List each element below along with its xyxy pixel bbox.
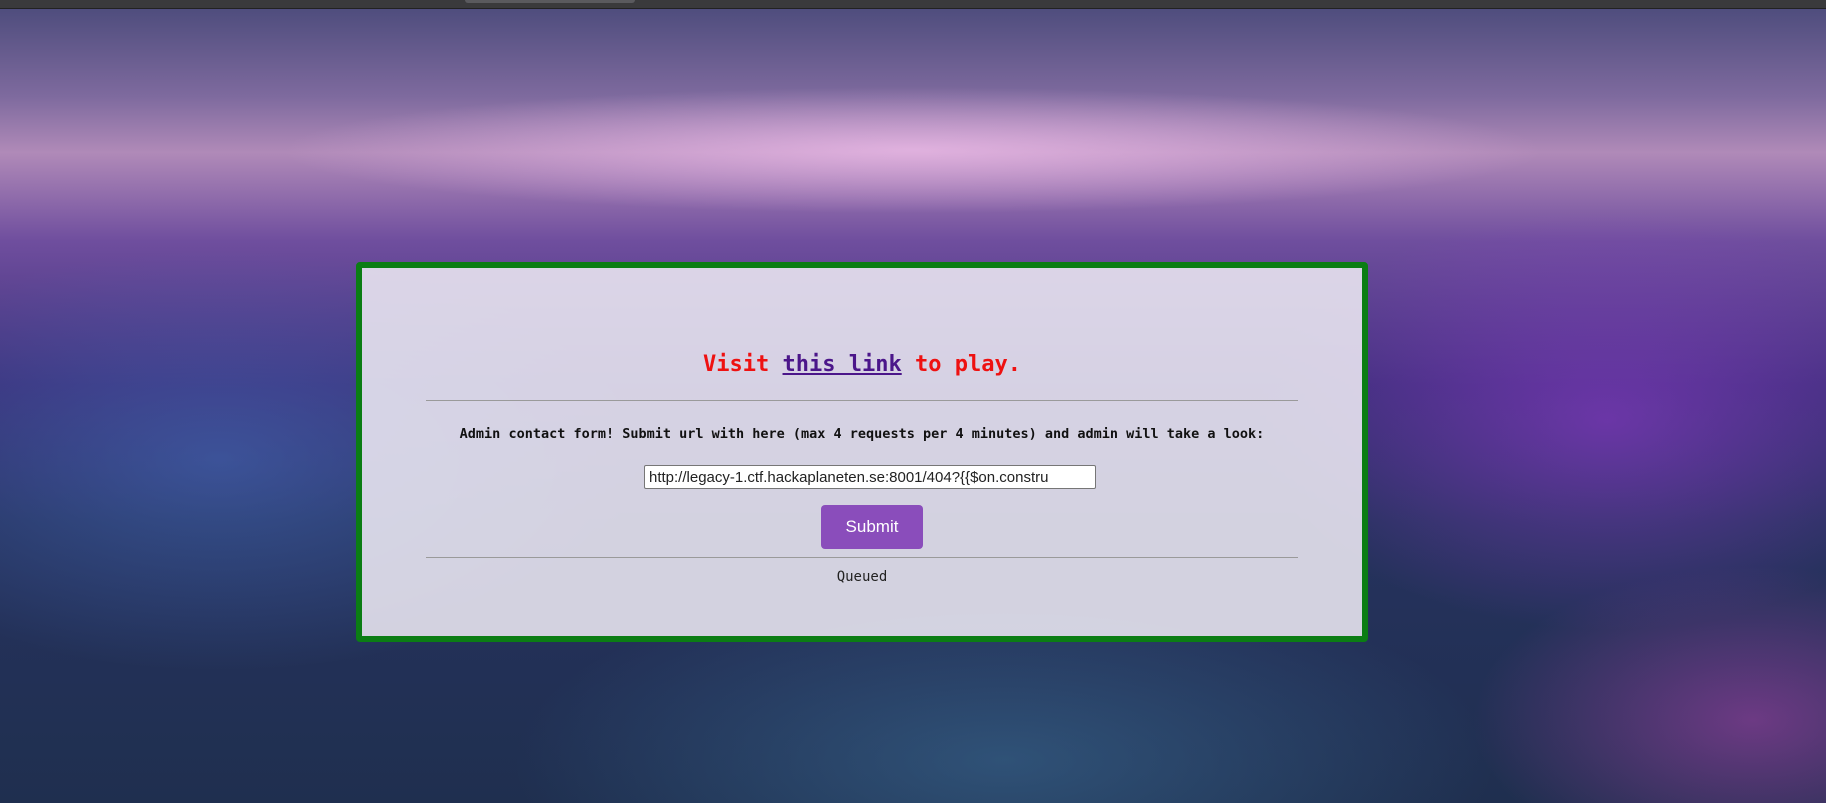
challenge-panel: Visit this link to play. Admin contact f… bbox=[356, 262, 1368, 642]
top-divider bbox=[426, 400, 1298, 401]
status-text: Queued bbox=[836, 569, 888, 585]
page-headline: Visit this link to play. bbox=[362, 352, 1362, 377]
headline-suffix: to play. bbox=[901, 352, 1021, 377]
headline-prefix: Visit bbox=[703, 352, 783, 377]
submit-button[interactable]: Submit bbox=[821, 505, 923, 549]
play-link[interactable]: this link bbox=[783, 352, 902, 377]
url-input[interactable] bbox=[644, 465, 1096, 489]
browser-top-strip bbox=[0, 0, 1826, 9]
browser-tab-sliver[interactable] bbox=[465, 0, 635, 3]
bottom-divider bbox=[426, 557, 1298, 558]
contact-form-label: Admin contact form! Submit url with here… bbox=[459, 426, 1265, 442]
